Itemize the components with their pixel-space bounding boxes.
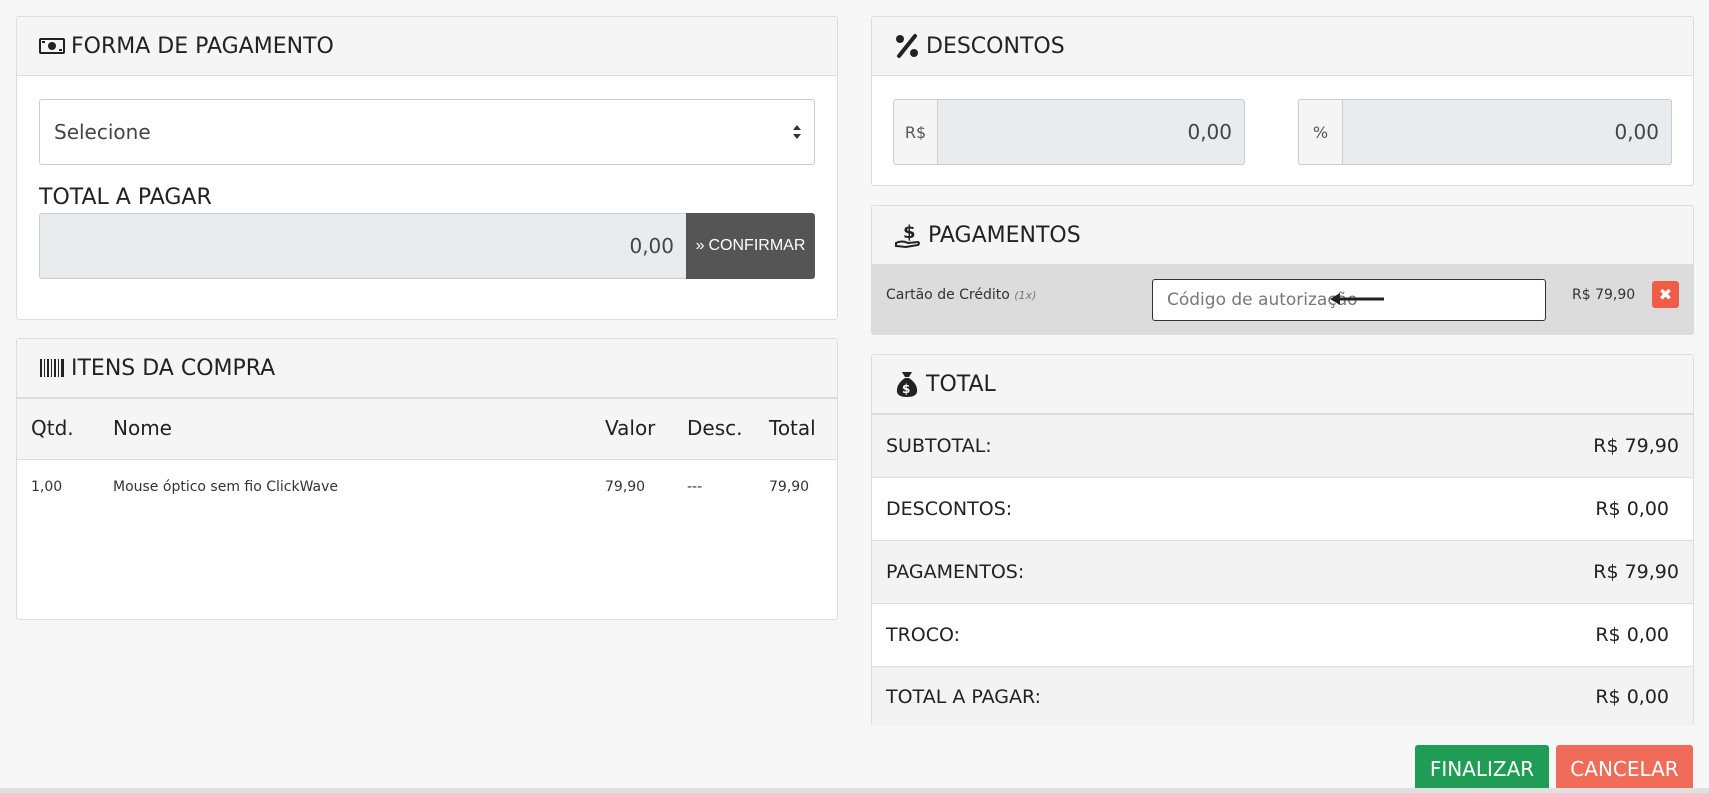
payment-method-title: FORMA DE PAGAMENTO	[71, 33, 334, 59]
change-label: TROCO:	[886, 624, 961, 646]
payments-panel: $ PAGAMENTOS Cartão de Crédito (1x) Códi…	[871, 205, 1694, 335]
subtotal-label: SUBTOTAL:	[886, 435, 992, 457]
payments-header: $ PAGAMENTOS	[872, 206, 1693, 265]
payment-method-name: Cartão de Crédito (1x)	[886, 287, 1036, 303]
total-title: TOTAL	[926, 371, 996, 397]
items-table-header: Qtd. Nome Valor Desc. Total	[17, 398, 837, 460]
total-to-pay-input[interactable]: 0,00	[39, 213, 686, 279]
svg-text:$: $	[903, 222, 916, 243]
currency-addon: R$	[893, 99, 938, 165]
discounts-panel: DESCONTOS R$ 0,00 % 0,00	[871, 16, 1694, 186]
col-nome: Nome	[113, 416, 172, 440]
arrow-left-icon	[1330, 293, 1384, 305]
confirm-button[interactable]: » CONFIRMAR	[686, 213, 815, 279]
cancel-button[interactable]: CANCELAR	[1556, 745, 1693, 793]
payments-title: PAGAMENTOS	[928, 222, 1081, 248]
discounts-title: DESCONTOS	[926, 33, 1065, 59]
finalize-button[interactable]: FINALIZAR	[1415, 745, 1549, 793]
hand-dollar-icon: $	[894, 221, 922, 249]
payment-method-header: FORMA DE PAGAMENTO	[17, 17, 837, 76]
change-value: R$ 0,00	[1595, 624, 1669, 646]
discount-currency-input[interactable]: 0,00	[938, 99, 1245, 165]
cell-valor: 79,90	[605, 479, 646, 495]
double-chevron-right-icon: »	[695, 237, 705, 254]
payment-value: R$ 79,90	[1572, 287, 1636, 303]
cell-desc: ---	[687, 479, 703, 495]
confirm-label: CONFIRMAR	[708, 237, 806, 254]
cell-nome: Mouse óptico sem fio ClickWave	[113, 479, 339, 495]
col-qtd: Qtd.	[31, 416, 74, 440]
change-row: TROCO: R$ 0,00	[872, 603, 1693, 666]
total-panel: $ TOTAL SUBTOTAL: R$ 79,90 DESCONTOS: R$…	[871, 354, 1694, 726]
col-desc: Desc.	[687, 416, 743, 440]
discounts-row: DESCONTOS: R$ 0,00	[872, 477, 1693, 540]
cell-total: 79,90	[769, 479, 810, 495]
discounts-header: DESCONTOS	[872, 17, 1693, 76]
barcode-icon	[39, 358, 65, 378]
table-row: 1,00 Mouse óptico sem fio ClickWave 79,9…	[17, 460, 837, 512]
subtotal-value: R$ 79,90	[1593, 435, 1679, 457]
total-to-pay-row: TOTAL A PAGAR: R$ 0,00	[872, 666, 1693, 726]
payments-label: PAGAMENTOS:	[886, 561, 1025, 583]
payments-row: PAGAMENTOS: R$ 79,90	[872, 540, 1693, 603]
discounts-label: DESCONTOS:	[886, 498, 1013, 520]
payments-value: R$ 79,90	[1593, 561, 1679, 583]
remove-payment-button[interactable]: ✖	[1652, 281, 1679, 308]
payment-method-select[interactable]: Selecione	[39, 99, 815, 165]
payment-row: Cartão de Crédito (1x) Código de autoriz…	[872, 265, 1693, 335]
total-to-pay-label: TOTAL A PAGAR	[39, 185, 212, 210]
sort-icon	[793, 125, 801, 139]
col-valor: Valor	[605, 416, 656, 440]
purchase-items-header: ITENS DA COMPRA	[17, 339, 837, 398]
discount-percent-input[interactable]: 0,00	[1343, 99, 1672, 165]
svg-text:$: $	[902, 382, 910, 396]
page-bottom-bar	[0, 788, 1709, 793]
subtotal-row: SUBTOTAL: R$ 79,90	[872, 414, 1693, 477]
purchase-items-panel: ITENS DA COMPRA Qtd. Nome Valor Desc. To…	[16, 338, 838, 620]
money-bag-icon: $	[894, 370, 920, 398]
total-header: $ TOTAL	[872, 355, 1693, 414]
total-to-pay-row-value: R$ 0,00	[1595, 685, 1669, 708]
payment-installments: (1x)	[1014, 289, 1037, 302]
close-icon: ✖	[1658, 285, 1673, 304]
col-total: Total	[769, 416, 816, 440]
cell-qtd: 1,00	[31, 479, 63, 495]
payment-method-panel: FORMA DE PAGAMENTO Selecione TOTAL A PAG…	[16, 16, 838, 320]
payment-method-label: Cartão de Crédito	[886, 287, 1010, 303]
payment-method-select-value: Selecione	[54, 120, 151, 144]
total-to-pay-row-label: TOTAL A PAGAR:	[886, 685, 1041, 708]
money-bill-icon	[39, 37, 65, 55]
percent-addon: %	[1298, 99, 1343, 165]
purchase-items-title: ITENS DA COMPRA	[71, 355, 276, 381]
discounts-value: R$ 0,00	[1595, 498, 1669, 520]
percent-icon	[894, 33, 920, 59]
